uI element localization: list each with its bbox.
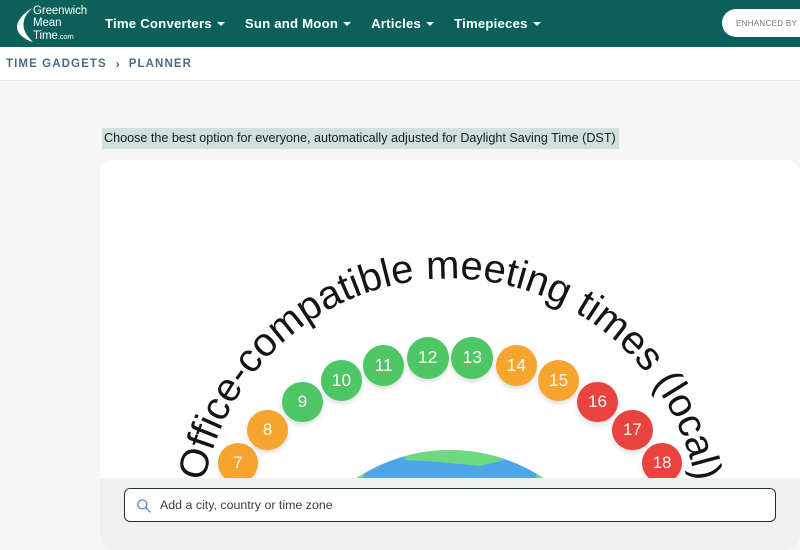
hour-circle-label: 13 bbox=[462, 347, 483, 368]
breadcrumb-item-planner[interactable]: PLANNER bbox=[129, 58, 192, 70]
hour-circle-13[interactable]: 13 bbox=[451, 337, 494, 379]
add-location-search-box[interactable]: Add a city, country or time zone bbox=[124, 488, 776, 522]
hour-circle-14[interactable]: 14 bbox=[495, 344, 538, 387]
hour-circle-10[interactable]: 10 bbox=[321, 359, 362, 401]
globe-graphic: Office-compatible meeting times (local) bbox=[170, 243, 730, 478]
hour-circle-15[interactable]: 15 bbox=[537, 359, 579, 401]
search-icon bbox=[137, 498, 151, 513]
nav-item-label: Time Converters bbox=[105, 16, 212, 31]
nav-item-time-converters[interactable]: Time Converters bbox=[105, 16, 225, 31]
chevron-down-icon bbox=[426, 21, 435, 26]
nav-item-timepieces[interactable]: Timepieces bbox=[454, 16, 541, 31]
hour-circle-label: 18 bbox=[652, 453, 672, 473]
logo-wordmark: Greenwich Mean Time.com bbox=[33, 5, 87, 43]
site-logo[interactable]: Greenwich Mean Time.com bbox=[17, 2, 95, 46]
hour-circle-label: 8 bbox=[262, 419, 273, 439]
search-placeholder-text: Add a city, country or time zone bbox=[160, 498, 333, 512]
breadcrumb: TIME GADGETS › PLANNER bbox=[0, 47, 800, 81]
hour-circle-label: 7 bbox=[233, 453, 243, 473]
nav-item-label: Sun and Moon bbox=[244, 16, 339, 31]
meeting-time-visualization: Office-compatible meeting times (local) … bbox=[100, 160, 800, 550]
breadcrumb-separator-icon: › bbox=[115, 56, 120, 71]
enhanced-by-label: ENHANCED BY bbox=[736, 18, 798, 28]
breadcrumb-item-time-gadgets[interactable]: TIME GADGETS bbox=[6, 58, 107, 70]
nav-item-label: Articles bbox=[371, 16, 422, 31]
hour-circle-label: 14 bbox=[506, 354, 526, 375]
search-row: Add a city, country or time zone bbox=[100, 478, 800, 550]
logo-line-2: Mean bbox=[33, 17, 62, 30]
nav-item-label: Timepieces bbox=[454, 16, 528, 31]
page-subtitle: Choose the best option for everyone, aut… bbox=[102, 128, 619, 149]
logo-dotcom: .com bbox=[57, 31, 74, 41]
chevron-down-icon bbox=[343, 21, 352, 26]
hour-circle-label: 17 bbox=[623, 419, 642, 439]
logo-line-1: Greenwich bbox=[33, 5, 88, 17]
nav-item-articles[interactable]: Articles bbox=[371, 16, 435, 31]
hour-circle-label: 12 bbox=[417, 347, 438, 368]
top-navigation-bar: Greenwich Mean Time.com Time Converters … bbox=[0, 0, 800, 47]
logo-line-3: Time bbox=[33, 29, 58, 42]
hour-circle-9[interactable]: 9 bbox=[282, 381, 323, 423]
hour-circle-12[interactable]: 12 bbox=[406, 337, 449, 379]
hour-circle-label: 9 bbox=[297, 391, 308, 411]
nav-item-sun-and-moon[interactable]: Sun and Moon bbox=[244, 16, 352, 31]
hour-circle-label: 16 bbox=[588, 391, 608, 411]
chevron-down-icon bbox=[532, 21, 541, 26]
google-search-widget[interactable]: ENHANCED BY G bbox=[722, 9, 800, 37]
hour-circle-8[interactable]: 8 bbox=[247, 409, 288, 450]
hour-circle-17[interactable]: 17 bbox=[612, 409, 653, 450]
chevron-down-icon bbox=[216, 21, 225, 26]
primary-nav-menu: Time Converters Sun and Moon Articles Ti… bbox=[105, 0, 541, 47]
planner-card: Office-compatible meeting times (local) … bbox=[100, 160, 800, 550]
hour-circle-label: 11 bbox=[374, 354, 393, 375]
hour-circle-label: 10 bbox=[331, 369, 352, 390]
hour-circle-label: 15 bbox=[548, 369, 569, 390]
page-body: Choose the best option for everyone, aut… bbox=[0, 82, 800, 550]
hour-circle-16[interactable]: 16 bbox=[577, 381, 618, 423]
